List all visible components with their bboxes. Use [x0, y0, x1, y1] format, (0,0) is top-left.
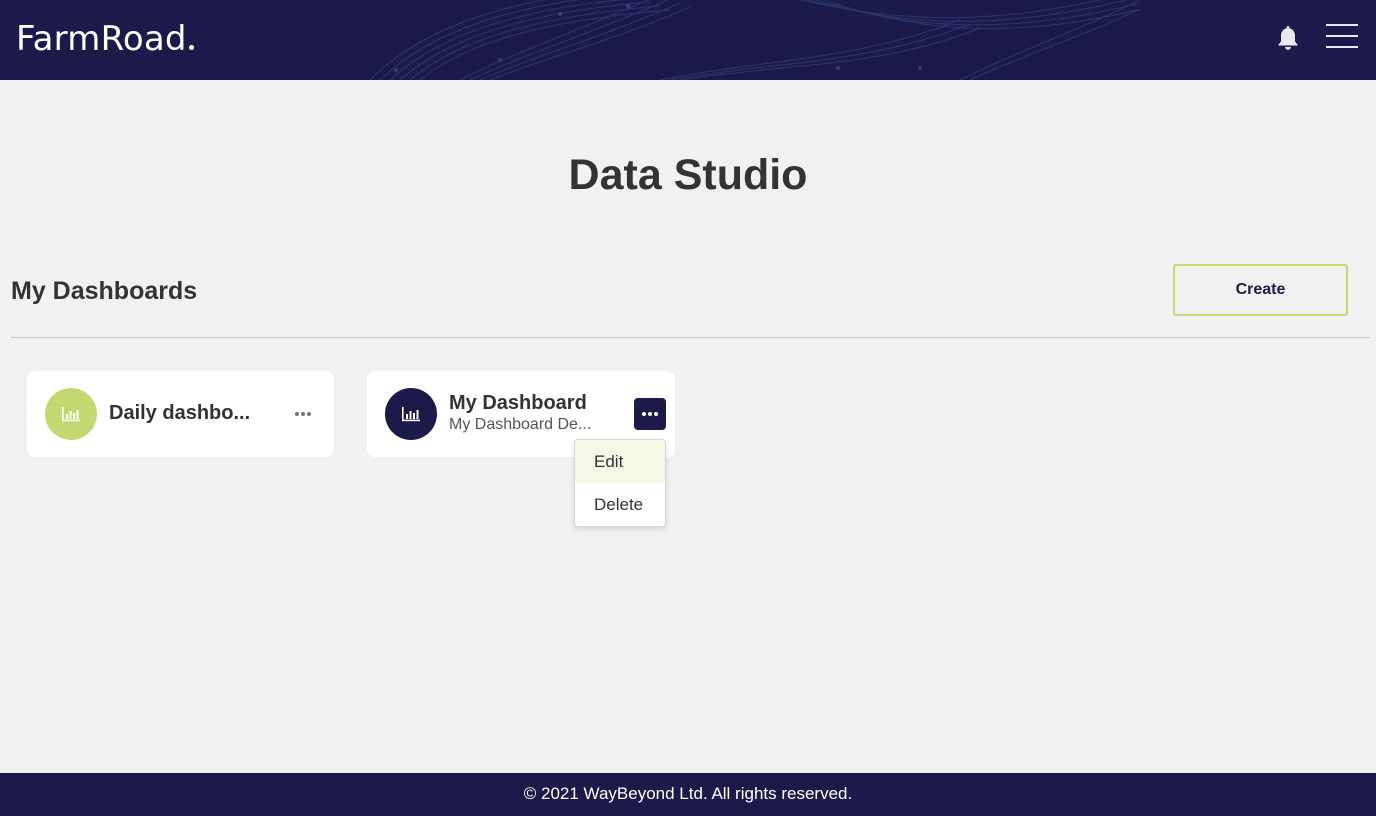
more-options-button-active[interactable] [634, 398, 666, 430]
menu-item-edit[interactable]: Edit [575, 440, 665, 483]
more-horizontal-icon [642, 412, 658, 416]
footer-copyright: © 2021 WayBeyond Ltd. All rights reserve… [523, 784, 853, 803]
dashboard-card-title: Daily dashbo... [109, 402, 251, 424]
dashboard-options-menu: Edit Delete [574, 439, 666, 527]
section-divider [11, 337, 1370, 338]
bar-chart-icon [402, 407, 420, 422]
menu-item-delete[interactable]: Delete [575, 483, 665, 526]
more-options-button[interactable] [287, 398, 319, 430]
bell-icon[interactable] [1276, 24, 1300, 52]
top-header: FarmRoad [0, 0, 1376, 80]
page-title: Data Studio [568, 151, 808, 199]
hamburger-menu-icon[interactable] [1324, 22, 1360, 50]
bar-chart-icon [62, 407, 80, 422]
dashboard-avatar [45, 388, 97, 440]
logo-dot [188, 45, 194, 50]
logo-text: FarmRoad [16, 19, 187, 59]
farmroad-logo[interactable]: FarmRoad [16, 18, 194, 60]
dashboard-avatar [385, 388, 437, 440]
dashboard-card-description: My Dashboard De... [449, 416, 592, 433]
dashboard-card[interactable]: Daily dashbo... [27, 371, 334, 457]
footer: © 2021 WayBeyond Ltd. All rights reserve… [0, 773, 1376, 816]
header-decoration-lines [369, 0, 1140, 80]
section-title-my-dashboards: My Dashboards [11, 277, 198, 305]
dashboard-card-title: My Dashboard [449, 392, 587, 414]
more-horizontal-icon [295, 412, 311, 416]
create-button[interactable]: Create [1173, 264, 1348, 316]
